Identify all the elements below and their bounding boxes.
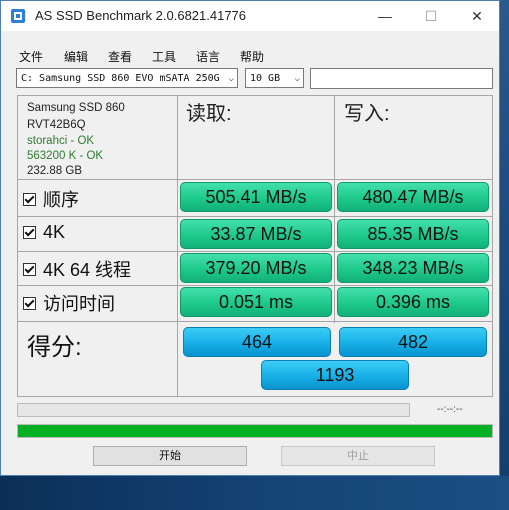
test-size-value: 10 GB [250, 73, 281, 84]
start-button[interactable]: 开始 [93, 446, 247, 466]
menu-language[interactable]: 语言 [196, 48, 220, 65]
test-size-select[interactable]: 10 GB ⌵ [245, 68, 304, 88]
checkbox-checked-icon[interactable] [23, 262, 36, 276]
4k-write-result: 85.35 MB/s [337, 219, 489, 249]
drive-select-value: C: Samsung SSD 860 EVO mSATA 250G [21, 73, 220, 84]
seq-write-result: 480.47 MB/s [337, 182, 489, 212]
driver-status: storahci - OK [27, 135, 95, 147]
result-name-input[interactable] [310, 68, 493, 89]
close-button[interactable]: ✕ [454, 1, 500, 31]
grid-divider [17, 216, 493, 217]
drive-firmware: RVT42B6Q [27, 119, 86, 131]
access-read-result: 0.051 ms [180, 287, 332, 317]
overall-progress-bar [17, 424, 493, 438]
grid-divider [17, 251, 493, 252]
grid-divider [177, 95, 178, 397]
chevron-down-icon: ⌵ [294, 74, 300, 84]
row-4k64[interactable]: 4K 64 线程 [23, 256, 131, 282]
row-4k-label: 4K [43, 222, 66, 242]
grid-divider [17, 321, 493, 322]
grid-divider [334, 95, 335, 323]
grid-divider [17, 285, 493, 286]
maximize-button[interactable]: ☐ [408, 1, 454, 31]
chevron-down-icon: ⌵ [228, 74, 234, 84]
menu-bar: 文件 编辑 查看 工具 语言 帮助 [1, 44, 499, 66]
write-score: 482 [339, 327, 487, 357]
write-column-header: 写入: [344, 103, 390, 125]
app-window: AS SSD Benchmark 2.0.6821.41776 — ☐ ✕ 文件… [0, 0, 500, 476]
overall-progress-fill [18, 425, 492, 437]
row-access-time[interactable]: 访问时间 [23, 290, 115, 316]
test-progress-bar [17, 403, 410, 417]
4k64-write-result: 348.23 MB/s [337, 253, 489, 283]
total-score: 1193 [261, 360, 409, 390]
4k-read-result: 33.87 MB/s [180, 219, 332, 249]
access-write-result: 0.396 ms [337, 287, 489, 317]
drive-select[interactable]: C: Samsung SSD 860 EVO mSATA 250G ⌵ [16, 68, 238, 88]
desktop-background-bottom [0, 476, 509, 510]
menu-view[interactable]: 查看 [108, 48, 132, 65]
desktop-background [500, 0, 509, 510]
row-4k64-label: 4K 64 线程 [43, 260, 132, 280]
minimize-button[interactable]: — [362, 1, 408, 31]
checkbox-checked-icon[interactable] [23, 226, 36, 239]
elapsed-time: --:--:-- [437, 404, 463, 415]
score-label: 得分: [27, 334, 82, 361]
app-logo-icon [11, 9, 25, 23]
4k64-read-result: 379.20 MB/s [180, 253, 332, 283]
row-access-time-label: 访问时间 [43, 294, 115, 314]
row-4k[interactable]: 4K [23, 222, 65, 243]
menu-help[interactable]: 帮助 [240, 48, 264, 65]
checkbox-checked-icon[interactable] [23, 296, 36, 310]
grid-divider [17, 179, 493, 180]
menu-tools[interactable]: 工具 [152, 48, 176, 65]
read-column-header: 读取: [186, 103, 232, 125]
row-sequential-label: 顺序 [43, 190, 79, 210]
read-score: 464 [183, 327, 331, 357]
window-title: AS SSD Benchmark 2.0.6821.41776 [35, 8, 247, 23]
menu-edit[interactable]: 编辑 [64, 48, 88, 65]
seq-read-result: 505.41 MB/s [180, 182, 332, 212]
checkbox-checked-icon[interactable] [23, 192, 36, 206]
menu-file[interactable]: 文件 [19, 48, 43, 65]
stop-button[interactable]: 中止 [281, 446, 435, 466]
row-sequential[interactable]: 顺序 [23, 186, 79, 212]
alignment-status: 563200 K - OK [27, 150, 104, 162]
title-bar[interactable]: AS SSD Benchmark 2.0.6821.41776 — ☐ ✕ [1, 1, 499, 31]
drive-model: Samsung SSD 860 [27, 102, 125, 114]
drive-capacity: 232.88 GB [27, 165, 82, 177]
